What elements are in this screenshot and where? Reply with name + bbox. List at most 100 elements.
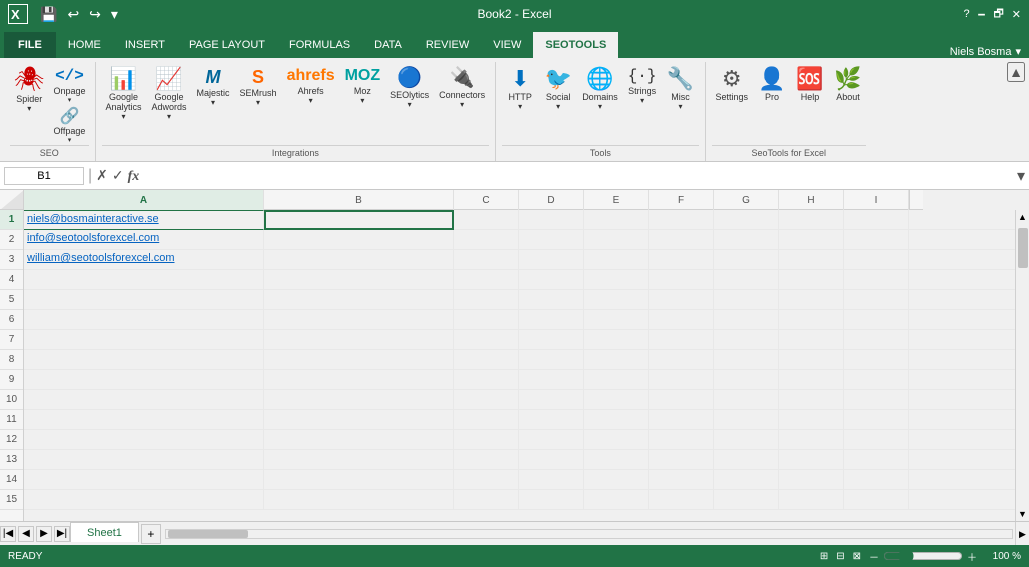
cell-I1[interactable]	[844, 210, 909, 230]
google-adwords-button[interactable]: 📈 GoogleAdwords ▾	[148, 66, 191, 123]
cell-E3[interactable]	[584, 250, 649, 270]
spider-button[interactable]: 🕷 Spider ▾	[10, 66, 48, 115]
row-header-15[interactable]: 15	[0, 490, 23, 510]
undo-quick-btn[interactable]: ↩	[63, 4, 83, 25]
cell-A13[interactable]	[24, 450, 264, 470]
google-analytics-button[interactable]: 📊 GoogleAnalytics ▾	[102, 66, 146, 123]
cell-C2[interactable]	[454, 230, 519, 250]
cell-G3[interactable]	[714, 250, 779, 270]
about-button[interactable]: 🌿 About	[830, 66, 866, 104]
tab-insert[interactable]: INSERT	[113, 32, 177, 58]
semrush-button[interactable]: S SEMrush ▾	[236, 66, 281, 109]
cell-C3[interactable]	[454, 250, 519, 270]
settings-button[interactable]: ⚙ Settings	[712, 66, 753, 104]
ahrefs-button[interactable]: ahrefs Ahrefs ▾	[283, 66, 339, 107]
cell-A2[interactable]: info@seotoolsforexcel.com	[24, 230, 264, 250]
help-icon[interactable]: ?	[964, 8, 970, 20]
zoom-in-icon[interactable]: ＋	[967, 549, 977, 564]
cell-A2-value[interactable]: info@seotoolsforexcel.com	[27, 232, 159, 244]
col-header-H[interactable]: H	[779, 190, 844, 210]
seolytics-button[interactable]: 🔵 SEOlytics ▾	[386, 66, 433, 111]
row-header-13[interactable]: 13	[0, 450, 23, 470]
help-button[interactable]: 🆘 Help	[792, 66, 828, 104]
tab-review[interactable]: REVIEW	[414, 32, 481, 58]
cell-C1[interactable]	[454, 210, 519, 230]
vertical-scrollbar[interactable]: ▲ ▼	[1015, 210, 1029, 521]
scroll-thumb-h[interactable]	[168, 530, 248, 538]
cell-B2[interactable]	[264, 230, 454, 250]
majestic-button[interactable]: M Majestic ▾	[193, 66, 234, 109]
cell-G1[interactable]	[714, 210, 779, 230]
normal-view-icon[interactable]: ⊞	[820, 551, 828, 562]
user-dropdown[interactable]: ▾	[1015, 45, 1021, 58]
cell-F3[interactable]	[649, 250, 714, 270]
zoom-slider[interactable]	[883, 548, 963, 564]
col-header-D[interactable]: D	[519, 190, 584, 210]
scroll-up-btn[interactable]: ▲	[1016, 210, 1029, 224]
cell-A7[interactable]	[24, 330, 264, 350]
cell-A14[interactable]	[24, 470, 264, 490]
cell-A3[interactable]: william@seotoolsforexcel.com	[24, 250, 264, 270]
onpage-button[interactable]: </> Onpage ▾	[50, 66, 88, 105]
cell-D1[interactable]	[519, 210, 584, 230]
cancel-formula-btn[interactable]: ✗	[96, 167, 108, 184]
minimize-icon[interactable]: 🗕	[978, 5, 986, 24]
col-header-E[interactable]: E	[584, 190, 649, 210]
col-header-A[interactable]: A	[24, 190, 264, 210]
tab-file[interactable]: FILE	[4, 32, 56, 58]
page-break-view-icon[interactable]: ⊠	[853, 551, 861, 562]
cell-B3[interactable]	[264, 250, 454, 270]
cell-F1[interactable]	[649, 210, 714, 230]
offpage-button[interactable]: 🔗 Offpage ▾	[50, 106, 88, 145]
cell-D2[interactable]	[519, 230, 584, 250]
zoom-level[interactable]: 100 %	[981, 551, 1021, 562]
page-layout-view-icon[interactable]: ⊟	[836, 551, 844, 562]
row-header-9[interactable]: 9	[0, 370, 23, 390]
moz-button[interactable]: MOZ Moz ▾	[341, 66, 385, 107]
strings-button[interactable]: {·} Strings ▾	[624, 66, 661, 107]
social-button[interactable]: 🐦 Social ▾	[540, 66, 576, 113]
row-header-10[interactable]: 10	[0, 390, 23, 410]
restore-icon[interactable]: 🗗	[993, 5, 1003, 24]
tab-pagelayout[interactable]: PAGE LAYOUT	[177, 32, 277, 58]
row-header-11[interactable]: 11	[0, 410, 23, 430]
row-header-12[interactable]: 12	[0, 430, 23, 450]
sheet-nav-first[interactable]: |◀	[0, 526, 16, 542]
cell-A5[interactable]	[24, 290, 264, 310]
row-header-7[interactable]: 7	[0, 330, 23, 350]
row-header-4[interactable]: 4	[0, 270, 23, 290]
misc-button[interactable]: 🔧 Misc ▾	[663, 66, 699, 113]
sheet-nav-last[interactable]: ▶|	[54, 526, 70, 542]
cell-F2[interactable]	[649, 230, 714, 250]
row-header-2[interactable]: 2	[0, 230, 23, 250]
connectors-button[interactable]: 🔌 Connectors ▾	[435, 66, 489, 111]
scroll-down-btn[interactable]: ▼	[1016, 507, 1029, 521]
domains-button[interactable]: 🌐 Domains ▾	[578, 66, 622, 113]
save-quick-btn[interactable]: 💾	[36, 4, 61, 25]
cell-A8[interactable]	[24, 350, 264, 370]
cell-A4[interactable]	[24, 270, 264, 290]
tab-home[interactable]: HOME	[56, 32, 113, 58]
cell-I2[interactable]	[844, 230, 909, 250]
confirm-formula-btn[interactable]: ✓	[112, 167, 124, 184]
cell-B4[interactable]	[264, 270, 454, 290]
formula-input[interactable]	[143, 170, 1013, 182]
cell-A1-value[interactable]: niels@bosmainteractive.se	[27, 213, 159, 225]
cell-A3-value[interactable]: william@seotoolsforexcel.com	[27, 252, 175, 264]
http-button[interactable]: ⬇ HTTP ▾	[502, 66, 538, 113]
row-header-5[interactable]: 5	[0, 290, 23, 310]
customize-quick-btn[interactable]: ▾	[107, 4, 122, 25]
row-header-3[interactable]: 3	[0, 250, 23, 270]
cell-reference-box[interactable]	[4, 167, 84, 185]
formula-bar-expand[interactable]: ▾	[1017, 166, 1025, 186]
col-header-B[interactable]: B	[264, 190, 454, 210]
cell-B1[interactable]	[264, 210, 454, 230]
cell-D3[interactable]	[519, 250, 584, 270]
col-header-G[interactable]: G	[714, 190, 779, 210]
ribbon-collapse-button[interactable]: ▲	[1007, 62, 1025, 82]
scroll-thumb-v[interactable]	[1018, 228, 1028, 268]
row-header-14[interactable]: 14	[0, 470, 23, 490]
row-header-8[interactable]: 8	[0, 350, 23, 370]
add-sheet-btn[interactable]: +	[141, 524, 161, 544]
sheet-tab-sheet1[interactable]: Sheet1	[70, 522, 139, 542]
